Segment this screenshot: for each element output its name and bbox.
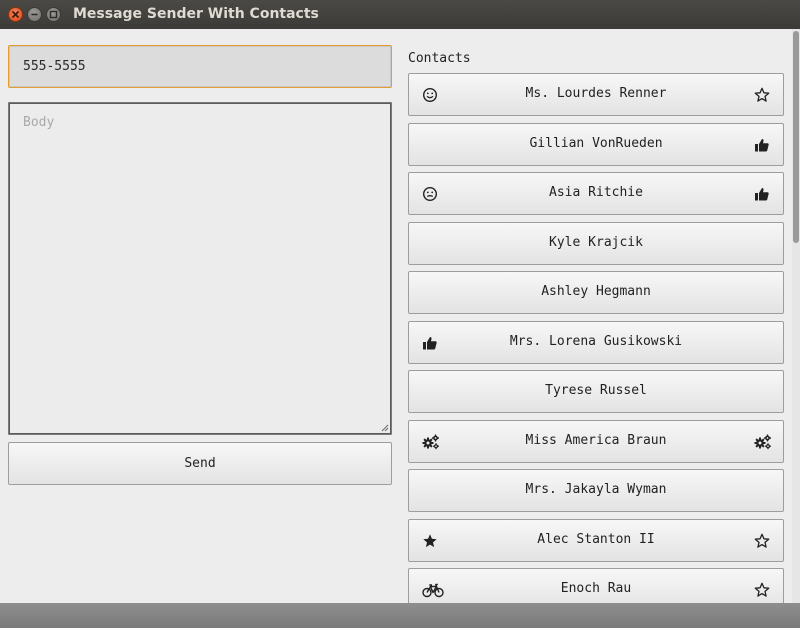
contact-button[interactable]: Tyrese Russel <box>408 370 784 413</box>
phone-number-field[interactable]: 555-5555 <box>8 45 392 88</box>
contact-button[interactable]: Ms. Lourdes Renner <box>408 73 784 116</box>
contact-button[interactable]: Mrs. Lorena Gusikowski <box>408 320 784 364</box>
message-body-field[interactable]: Body <box>8 102 392 435</box>
contact-name: Alec Stanton II <box>537 531 655 547</box>
star-outline-icon <box>754 533 770 549</box>
contact-name: Mrs. Lorena Gusikowski <box>509 333 683 349</box>
window-title: Message Sender With Contacts <box>73 6 319 22</box>
contact-name: Ms. Lourdes Renner <box>525 86 667 101</box>
contact-name: Mrs. Jakayla Wyman <box>525 482 667 497</box>
minimize-icon <box>31 13 38 16</box>
maximize-icon <box>49 10 58 19</box>
contact-button[interactable]: Kyle Krajcik <box>408 221 784 265</box>
send-button-label: Send <box>184 456 216 471</box>
vertical-scrollbar[interactable] <box>792 29 800 603</box>
close-icon <box>11 10 20 19</box>
star-outline-icon <box>754 582 770 598</box>
message-body-placeholder: Body <box>23 115 55 130</box>
bottom-bar <box>0 603 800 628</box>
contact-button[interactable]: Ashley Hegmann <box>408 271 784 314</box>
send-button[interactable]: Send <box>8 442 392 485</box>
contact-button[interactable]: Alec Stanton II <box>408 518 784 562</box>
contact-name: Enoch Rau <box>560 581 632 596</box>
contact-button[interactable]: Gillian VonRueden <box>408 122 784 166</box>
maximize-window-button[interactable] <box>46 7 61 22</box>
contact-name: Gillian VonRueden <box>529 135 663 151</box>
gears-icon <box>754 434 771 450</box>
contact-button[interactable]: Enoch Rau <box>408 568 784 603</box>
thumbs-up-icon <box>754 186 770 202</box>
contact-button[interactable]: Miss America Braun <box>408 419 784 463</box>
star-outline-icon <box>754 87 770 103</box>
resize-grip-icon[interactable] <box>381 424 389 432</box>
contact-name: Tyrese Russel <box>545 383 647 398</box>
contact-name: Miss America Braun <box>525 432 667 448</box>
main-content: 555-5555 Body Send Contacts Ms. Lourdes … <box>0 29 800 603</box>
contact-name: Asia Ritchie <box>549 185 643 200</box>
contact-name: Kyle Krajcik <box>549 234 643 250</box>
contact-button[interactable]: Mrs. Jakayla Wyman <box>408 469 784 512</box>
title-bar: Message Sender With Contacts <box>0 0 800 29</box>
close-window-button[interactable] <box>8 7 23 22</box>
contact-name: Ashley Hegmann <box>541 284 651 299</box>
scrollbar-thumb[interactable] <box>793 31 799 243</box>
minimize-window-button[interactable] <box>27 7 42 22</box>
contacts-heading: Contacts <box>408 51 471 66</box>
thumbs-up-icon <box>754 137 770 153</box>
contact-button[interactable]: Asia Ritchie <box>408 172 784 215</box>
